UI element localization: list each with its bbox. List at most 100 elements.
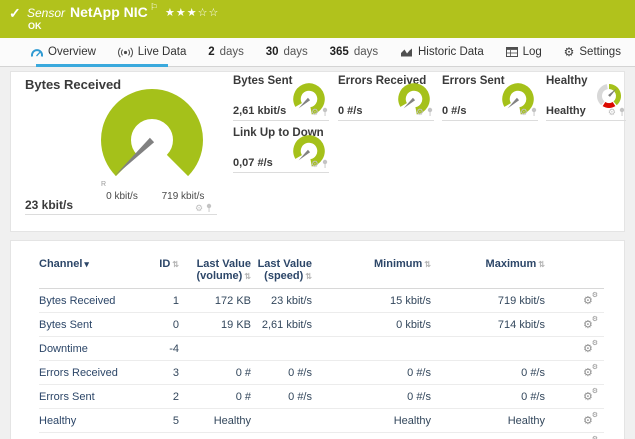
col-header-maximum[interactable]: Maximum⇅: [431, 253, 545, 289]
pin-icon[interactable]: [426, 107, 434, 117]
tab-live-data[interactable]: Live Data: [118, 46, 187, 58]
status-badge: OK: [28, 21, 42, 31]
col-header-minimum[interactable]: Minimum⇅: [312, 253, 431, 289]
tab-log[interactable]: Log: [506, 46, 542, 58]
channel-table-section: Channel▾ ID⇅ Last Value (volume)⇅ Last V…: [10, 240, 625, 439]
tab-label: Log: [523, 46, 542, 58]
gauge-icon: [30, 47, 43, 58]
gauge-toolbar: ⚙: [416, 107, 434, 117]
gear-icon[interactable]: ⚙: [195, 204, 203, 213]
primary-gauge-value: 23 kbit/s: [25, 198, 73, 212]
channel-id: 3: [139, 361, 179, 385]
panel-value: 0 #/s: [442, 105, 466, 117]
panel-bytes-sent: Bytes Sent 2,61 kbit/s ⚙: [233, 75, 329, 121]
col-label: (volume): [196, 270, 242, 282]
last-value-speed: 0,07 #/s: [251, 433, 312, 439]
pin-icon[interactable]: [205, 203, 213, 213]
tab-label: 30: [266, 46, 279, 58]
tab-365-days[interactable]: 365 days: [330, 46, 378, 58]
tab-overview[interactable]: Overview: [30, 46, 96, 58]
col-header-id[interactable]: ID⇅: [139, 253, 179, 289]
tab-historic-data[interactable]: Historic Data: [400, 46, 484, 58]
channel-id: 0: [139, 313, 179, 337]
channel-settings-icon[interactable]: ⚙⚙: [583, 316, 598, 330]
table-row: Errors Received 3 0 # 0 #/s 0 #/s 0 #/s …: [39, 361, 604, 385]
tab-label: Settings: [579, 46, 621, 58]
maximum-value: 719 kbit/s: [431, 289, 545, 313]
priority-stars[interactable]: ★★★☆☆: [165, 6, 219, 19]
pin-icon[interactable]: [321, 159, 329, 169]
tab-30-days[interactable]: 30 days: [266, 46, 308, 58]
channel-name[interactable]: Errors Sent: [39, 385, 139, 409]
channel-id: 2: [139, 385, 179, 409]
channel-settings-icon[interactable]: ⚙⚙: [583, 364, 598, 378]
channel-settings-icon[interactable]: ⚙⚙: [583, 292, 598, 306]
gear-icon[interactable]: ⚙: [608, 108, 616, 117]
maximum-value: Healthy: [431, 409, 545, 433]
col-label: ID: [159, 258, 170, 270]
minimum-value: 15 kbit/s: [312, 289, 431, 313]
col-header-channel[interactable]: Channel▾: [39, 253, 139, 289]
last-value-speed: 23 kbit/s: [251, 289, 312, 313]
sort-icon: ⇅: [538, 260, 545, 269]
sensor-overview-page: ✓ Sensor NetApp NIC ⚐ ★★★☆☆ OK Overview …: [0, 0, 635, 439]
minimum-value: Healthy: [312, 409, 431, 433]
gear-icon[interactable]: ⚙: [311, 108, 319, 117]
divider: [25, 214, 217, 215]
minimum-value: 0 kbit/s: [312, 313, 431, 337]
panel-value: 2,61 kbit/s: [233, 105, 286, 117]
pin-icon[interactable]: [618, 107, 626, 117]
panel-healthy: Healthy Healthy ⚙: [546, 75, 626, 121]
minimum-value: 0 #/s: [312, 361, 431, 385]
flag-icon[interactable]: ⚐: [150, 2, 158, 13]
table-row: Healthy 5 Healthy Healthy Healthy ⚙⚙: [39, 409, 604, 433]
maximum-value: 0 #/s: [431, 361, 545, 385]
maximum-value: [431, 337, 545, 361]
panel-value: Healthy: [546, 105, 586, 117]
maximum-value: 714 kbit/s: [431, 313, 545, 337]
tab-settings[interactable]: ⚙ Settings: [564, 46, 621, 58]
gear-icon[interactable]: ⚙: [416, 108, 424, 117]
gauge-toolbar: ⚙: [608, 107, 626, 117]
channel-settings-icon[interactable]: ⚙⚙: [583, 388, 598, 402]
status-check-icon: ✓: [9, 5, 21, 22]
tab-2-days[interactable]: 2 days: [208, 46, 244, 58]
panel-title: Bytes Sent: [233, 75, 292, 87]
panel-value: 0 #/s: [338, 105, 362, 117]
channel-name[interactable]: Healthy: [39, 409, 139, 433]
channel-name[interactable]: Bytes Received: [39, 289, 139, 313]
minimum-value: 0 #/s: [312, 385, 431, 409]
tab-label: days: [284, 46, 308, 58]
channel-settings-icon[interactable]: ⚙⚙: [583, 340, 598, 354]
sensor-header: ✓ Sensor NetApp NIC ⚐ ★★★☆☆ OK: [0, 0, 635, 38]
pin-icon[interactable]: [321, 107, 329, 117]
channel-name[interactable]: Link Up to Down: [39, 433, 139, 439]
col-header-last-value-volume[interactable]: Last Value (volume)⇅: [179, 253, 251, 289]
gauge-toolbar: ⚙: [520, 107, 538, 117]
panel-value: 0,07 #/s: [233, 157, 273, 169]
channel-name[interactable]: Errors Received: [39, 361, 139, 385]
col-label: Last Value: [197, 258, 251, 270]
panel-errors-received: Errors Received 0 #/s ⚙: [338, 75, 434, 121]
col-header-last-value-speed[interactable]: Last Value (speed)⇅: [251, 253, 312, 289]
tab-label: Historic Data: [418, 46, 484, 58]
gear-icon[interactable]: ⚙: [520, 108, 528, 117]
panel-errors-sent: Errors Sent 0 #/s ⚙: [442, 75, 538, 121]
table-row: Downtime -4 ⚙⚙: [39, 337, 604, 361]
last-value-volume: 4 #: [179, 433, 251, 439]
maximum-value: 0 #/s: [431, 385, 545, 409]
channel-name[interactable]: Downtime: [39, 337, 139, 361]
minimum-value: 0,04 #/s: [312, 433, 431, 439]
log-table-icon: [506, 47, 518, 57]
channel-name[interactable]: Bytes Sent: [39, 313, 139, 337]
pin-icon[interactable]: [530, 107, 538, 117]
tab-label: days: [354, 46, 378, 58]
channel-settings-icon[interactable]: ⚙⚙: [583, 412, 598, 426]
gear-icon[interactable]: ⚙: [311, 160, 319, 169]
last-value-volume: 19 KB: [179, 313, 251, 337]
col-label: Minimum: [374, 258, 422, 270]
live-data-icon: [118, 47, 133, 58]
table-row: Bytes Received 1 172 KB 23 kbit/s 15 kbi…: [39, 289, 604, 313]
gauge-toolbar: ⚙: [311, 159, 329, 169]
sort-desc-icon: ▾: [84, 259, 89, 269]
